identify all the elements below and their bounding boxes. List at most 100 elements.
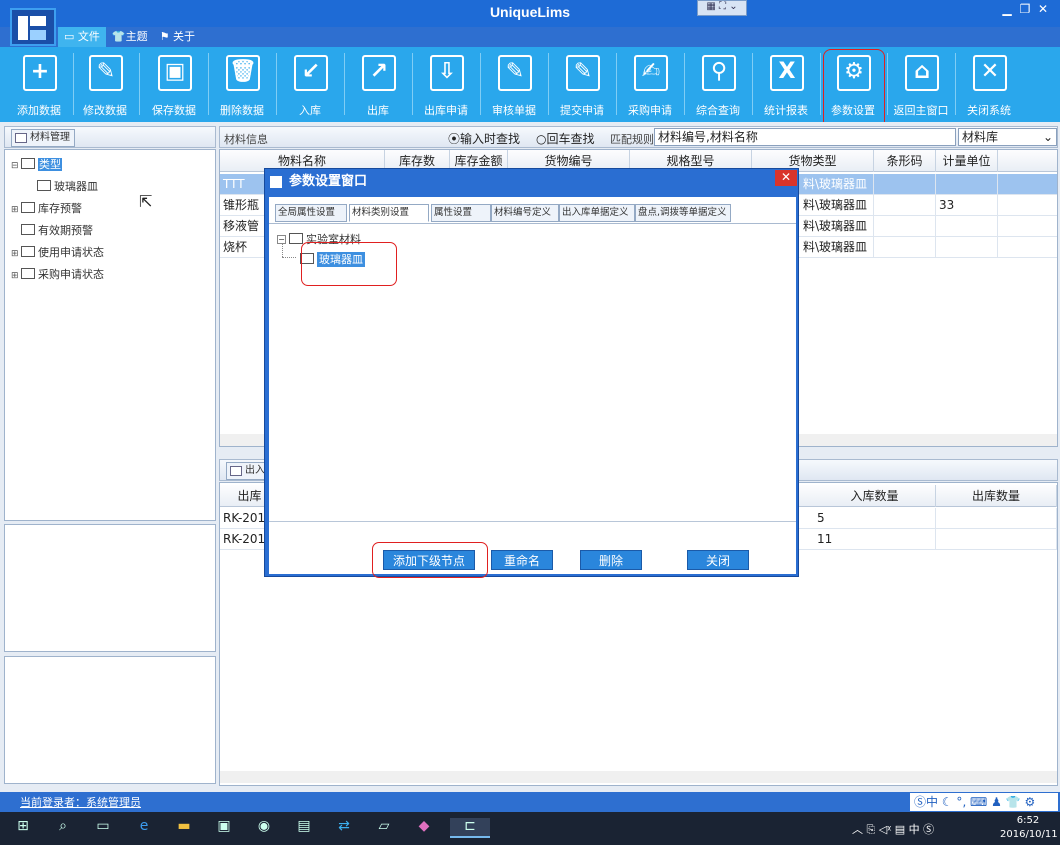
radio-live-search[interactable]: ⦿输入时查找: [448, 130, 520, 147]
toolbar-button-save[interactable]: ▣ 保存数据: [141, 47, 207, 122]
app-icon-3[interactable]: ◆: [413, 818, 435, 838]
toolbar-label: 入库: [299, 104, 321, 117]
layout-toggle[interactable]: ▦ ⛶ ⌄: [697, 0, 747, 16]
expander-icon[interactable]: ⊞: [11, 205, 21, 215]
dialog-tab[interactable]: 盘点,调拨等单据定义: [635, 204, 731, 222]
uniquelims-task-icon[interactable]: ⊏: [450, 818, 490, 838]
menu-theme[interactable]: 👕主题: [106, 27, 154, 47]
rename-button[interactable]: 重命名: [491, 550, 553, 570]
table-cell: [936, 529, 1057, 550]
minimize-icon[interactable]: ▁: [998, 2, 1016, 16]
menu-file[interactable]: ▭ 文件: [58, 27, 106, 47]
column-header[interactable]: 计量单位: [936, 150, 998, 172]
trash-icon: 🗑: [226, 55, 260, 91]
menu-about[interactable]: ⚑ 关于: [154, 27, 201, 47]
toolbar-button-home[interactable]: ⌂ 返回主窗口: [888, 47, 954, 122]
toolbar-button-close-x[interactable]: ✕ 关闭系统: [956, 47, 1022, 122]
column-header[interactable]: 条形码: [874, 150, 936, 172]
toolbar-button-import[interactable]: ↙ 入库: [277, 47, 343, 122]
toolbar-label: 添加数据: [17, 104, 61, 117]
material-info-header: 材料信息 ⦿输入时查找 ○回车查找 匹配规则 材料编号,材料名称 材料库 ⌄: [219, 126, 1058, 148]
delete-button[interactable]: 删除: [580, 550, 642, 570]
toolbar-button-search[interactable]: ⚲ 综合查询: [685, 47, 751, 122]
dialog-tab[interactable]: 出入库单据定义: [559, 204, 635, 222]
windows-start-icon[interactable]: ⊞: [12, 818, 34, 838]
radio-enter-search[interactable]: ○回车查找: [536, 130, 595, 147]
tree-item[interactable]: ⊟ 类型: [11, 156, 62, 172]
highlight-glassware: [301, 242, 397, 286]
left-panel-header: 材料管理: [4, 126, 216, 148]
add-document-icon: +: [23, 55, 57, 91]
search-input[interactable]: 材料编号,材料名称: [654, 128, 956, 146]
tree-item-label: 类型: [38, 158, 62, 171]
file-explorer-icon[interactable]: ▬: [173, 818, 195, 838]
edit-document-icon: ✎: [89, 55, 123, 91]
toolbar-label: 关闭系统: [967, 104, 1011, 117]
dialog-close-button[interactable]: ✕: [775, 170, 797, 186]
tray-icons[interactable]: ︿ ⎘ ◁ᵡ ▤ 中 Ⓢ: [852, 821, 934, 837]
tree-item[interactable]: 有效期预警: [11, 222, 93, 238]
app-icon-1[interactable]: ▤: [293, 818, 315, 838]
expander-icon[interactable]: ⊞: [11, 271, 21, 281]
tree-item[interactable]: 玻璃器皿: [37, 178, 98, 194]
clock[interactable]: 6:52 2016/10/11: [1000, 814, 1058, 842]
chevron-down-icon: ⌄: [1042, 130, 1053, 144]
tree-item[interactable]: ⊞ 采购申请状态: [11, 266, 104, 282]
camera-icon[interactable]: ◉: [253, 818, 275, 838]
horizontal-scrollbar[interactable]: [220, 771, 1057, 783]
table-cell: [874, 195, 936, 216]
empty-panel-2: [4, 656, 216, 784]
tree-item[interactable]: ⊞ 库存预警: [11, 200, 82, 216]
toolbar-button-edit-document[interactable]: ✎ 修改数据: [72, 47, 138, 122]
task-view-icon[interactable]: ▭: [92, 818, 114, 838]
toolbar-button-export[interactable]: ↗ 出库: [345, 47, 411, 122]
purchase-icon: ✍: [634, 55, 668, 91]
menu-bar: ▭ 文件 👕主题 ⚑ 关于: [58, 27, 201, 47]
excel-icon: X: [770, 55, 804, 91]
expander-icon[interactable]: ⊟: [11, 161, 21, 171]
toolbar-button-submit-doc[interactable]: ✎ 提交申请: [549, 47, 615, 122]
dialog-logo-icon: [270, 176, 282, 188]
dialog-close-action-button[interactable]: 关闭: [687, 550, 749, 570]
toolbar-label: 返回主窗口: [893, 104, 949, 117]
ime-toolbar[interactable]: Ⓢ中 ☾ °‚ ⌨ ♟ 👕 ⚙: [910, 793, 1058, 811]
edge-browser-icon[interactable]: e: [133, 818, 155, 838]
restore-icon[interactable]: ❐: [1016, 2, 1034, 16]
dialog-tab[interactable]: 属性设置: [431, 204, 491, 222]
toolbar-button-excel[interactable]: X 统计报表: [753, 47, 819, 122]
toolbar-label: 提交申请: [560, 104, 604, 117]
param-settings-dialog: 参数设置窗口 ✕ 全局属性设置 材料类别设置 属性设置 材料编号定义 出入库单据定义 盘点…: [264, 168, 799, 578]
dialog-tab[interactable]: 材料类别设置: [349, 204, 429, 222]
folder-icon: [21, 268, 35, 279]
app-icon-2[interactable]: ▱: [373, 818, 395, 838]
clock-time: 6:52: [1016, 815, 1040, 826]
toolbar-label: 修改数据: [83, 104, 127, 117]
dialog-tab[interactable]: 材料编号定义: [491, 204, 559, 222]
tab-material-management[interactable]: 材料管理: [11, 129, 75, 147]
tree-item-label: 有效期预警: [38, 224, 93, 237]
store-icon[interactable]: ▣: [213, 818, 235, 838]
column-header[interactable]: 出库数量: [936, 485, 1057, 507]
toolbar-label: 统计报表: [764, 104, 808, 117]
toolbar-label: 采购申请: [628, 104, 672, 117]
toolbar-label: 删除数据: [220, 104, 264, 117]
table-cell: 料\玻璃器皿: [800, 216, 874, 237]
column-header[interactable]: 入库数量: [814, 485, 936, 507]
toolbar-button-add-document[interactable]: + 添加数据: [6, 47, 72, 122]
close-icon[interactable]: ✕: [1034, 2, 1052, 16]
teamviewer-icon[interactable]: ⇄: [333, 818, 355, 838]
toolbar-button-download-doc[interactable]: ⇩ 出库申请: [413, 47, 479, 122]
home-icon: ⌂: [905, 55, 939, 91]
search-icon[interactable]: ⌕: [52, 818, 74, 838]
dialog-tab[interactable]: 全局属性设置: [275, 204, 347, 222]
library-select[interactable]: 材料库 ⌄: [958, 128, 1057, 146]
highlight-param-settings: [823, 49, 885, 129]
toolbar-button-trash[interactable]: 🗑 删除数据: [209, 47, 275, 122]
folder-icon: [21, 202, 35, 213]
toolbar-button-purchase[interactable]: ✍ 采购申请: [617, 47, 683, 122]
expander-icon[interactable]: ⊞: [11, 249, 21, 259]
window-controls: ▁ ❐ ✕: [998, 2, 1052, 16]
tree-item[interactable]: ⊞ 使用申请状态: [11, 244, 104, 260]
toolbar-label: 综合查询: [696, 104, 740, 117]
toolbar-button-pen[interactable]: ✎ 审核单据: [481, 47, 547, 122]
